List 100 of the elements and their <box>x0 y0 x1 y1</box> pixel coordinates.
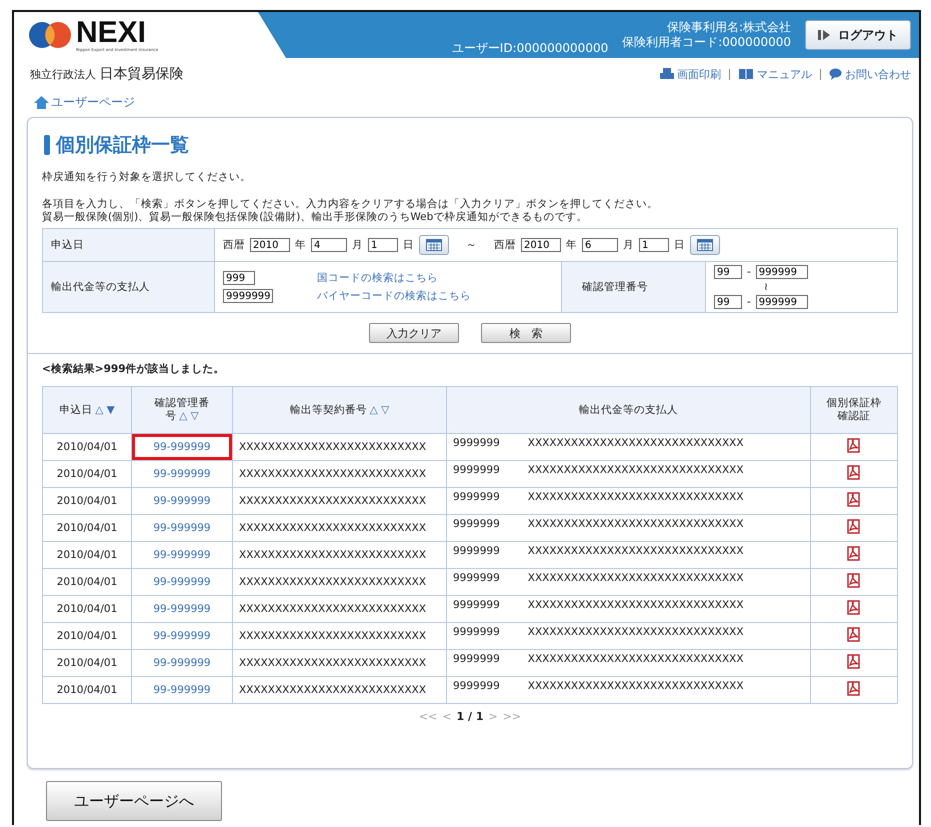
column-header: 輸出代金等の支払人 <box>446 386 810 434</box>
date-cell: 2010/04/01 <box>42 676 132 704</box>
year-input[interactable]: 2010 <box>250 238 290 252</box>
number-input[interactable]: 999999 <box>756 265 808 279</box>
month-input[interactable]: 4 <box>311 238 347 252</box>
note-text: 各項目を入力し、「検索」ボタンを押してください。入力内容をクリアする場合は「入力クリア」ボタンを押してください。 <box>42 198 659 211</box>
note-text: 貿易一般保険(個別)、貿易一般保険包括保険(設備財)、輸出手形保険のうちWebで枠戻通知ができるものです。 <box>42 211 588 224</box>
user-id: ユーザーID:000000000000 <box>452 40 608 57</box>
payer-name: XXXXXXXXXXXXXXXXXXXXXXXXXXXXXX <box>528 491 744 503</box>
date-cell: 2010/04/01 <box>42 568 132 596</box>
result-summary: <検索結果>999件が該当しました。 <box>42 362 226 376</box>
country-code-input[interactable]: 999 <box>223 271 255 285</box>
contract-cell: XXXXXXXXXXXXXXXXXXXXXXXXXX <box>232 460 446 488</box>
unit-label: 日 <box>403 238 414 252</box>
home-icon <box>34 96 49 109</box>
calendar-button[interactable] <box>690 235 720 255</box>
column-header: 個別保証枠確認証 <box>810 386 898 434</box>
payer-name: XXXXXXXXXXXXXXXXXXXXXXXXXXXXXX <box>528 518 744 530</box>
pdf-icon[interactable] <box>847 654 861 669</box>
header-link[interactable]: お問い合わせ <box>845 66 911 82</box>
payer-name: XXXXXXXXXXXXXXXXXXXXXXXXXXXXXX <box>528 572 744 584</box>
payer-code: 9999999 <box>453 464 500 476</box>
instruction-text: 枠戻通知を行う対象を選択してください。 <box>42 170 252 184</box>
era-label: 西暦 <box>223 238 245 252</box>
contract-cell: XXXXXXXXXXXXXXXXXXXXXXXXXX <box>232 596 446 622</box>
calendar-button[interactable] <box>419 235 449 255</box>
number-input[interactable]: 999999 <box>756 295 808 309</box>
contract-cell: XXXXXXXXXXXXXXXXXXXXXXXXXX <box>232 676 446 704</box>
calendar-icon <box>426 239 442 251</box>
calendar-icon <box>697 239 713 251</box>
day-input[interactable]: 1 <box>639 238 669 252</box>
contract-cell: XXXXXXXXXXXXXXXXXXXXXXXXXX <box>232 514 446 542</box>
column-header[interactable]: 輸出等契約番号 △ ▽ <box>232 386 446 434</box>
page-title: 個別保証枠一覧 <box>56 133 189 158</box>
pdf-icon[interactable] <box>847 519 861 534</box>
logout-button[interactable]: ログアウト <box>805 20 911 50</box>
payer-code: 9999999 <box>453 545 500 557</box>
form-button[interactable]: 入力クリア <box>369 323 459 343</box>
user-name: 保険事利用名:株式会社 <box>666 20 791 35</box>
range-separator: ≀ <box>763 281 769 293</box>
pdf-icon[interactable] <box>847 681 861 696</box>
unit-label: 年 <box>566 238 577 252</box>
header-link[interactable]: 画面印刷 <box>677 66 721 82</box>
dash: - <box>747 266 751 278</box>
year-input[interactable]: 2010 <box>521 238 561 252</box>
pdf-icon[interactable] <box>847 573 861 588</box>
user-code: 保険利用者コード:000000000 <box>622 35 791 50</box>
title-marker <box>44 135 50 155</box>
printer-icon <box>660 68 674 80</box>
contract-cell: XXXXXXXXXXXXXXXXXXXXXXXXXX <box>232 488 446 514</box>
prefix-input[interactable]: 99 <box>714 265 742 279</box>
payer-code: 9999999 <box>453 680 500 692</box>
date-cell: 2010/04/01 <box>42 488 132 514</box>
pdf-icon[interactable] <box>847 546 861 561</box>
payer-code: 9999999 <box>453 491 500 503</box>
country-search-link[interactable]: 国コードの検索はこちら <box>317 271 553 285</box>
era-label: 西暦 <box>494 238 516 252</box>
speech-bubble-icon <box>829 68 842 80</box>
buyer-search-link[interactable]: バイヤーコードの検索はこちら <box>317 289 553 303</box>
book-icon <box>738 68 754 80</box>
contract-cell: XXXXXXXXXXXXXXXXXXXXXXXXXX <box>232 650 446 676</box>
payer-code: 9999999 <box>453 437 500 449</box>
pdf-icon[interactable] <box>847 465 861 480</box>
payer-name: XXXXXXXXXXXXXXXXXXXXXXXXXXXXXX <box>528 545 744 557</box>
contract-cell: XXXXXXXXXXXXXXXXXXXXXXXXXX <box>232 622 446 650</box>
back-button[interactable]: ユーザーページへ <box>46 781 222 821</box>
day-input[interactable]: 1 <box>368 238 398 252</box>
date-cell: 2010/04/01 <box>42 596 132 622</box>
breadcrumb-link[interactable]: ユーザーページ <box>51 94 135 111</box>
pdf-icon[interactable] <box>847 438 861 453</box>
payer-code: 9999999 <box>453 626 500 638</box>
date-cell: 2010/04/01 <box>42 434 132 460</box>
logo-text: NEXI <box>76 18 146 46</box>
date-cell: 2010/04/01 <box>42 622 132 650</box>
pdf-icon[interactable] <box>847 627 861 642</box>
pager-link[interactable]: 1 / 1 <box>456 710 484 723</box>
contract-cell: XXXXXXXXXXXXXXXXXXXXXXXXXX <box>232 434 446 460</box>
payer-code: 9999999 <box>453 653 500 665</box>
logout-icon <box>818 30 832 40</box>
contract-cell: XXXXXXXXXXXXXXXXXXXXXXXXXX <box>232 542 446 568</box>
payer-name: XXXXXXXXXXXXXXXXXXXXXXXXXXXXXX <box>528 437 744 449</box>
payer-name: XXXXXXXXXXXXXXXXXXXXXXXXXXXXXX <box>528 626 744 638</box>
payer-name: XXXXXXXXXXXXXXXXXXXXXXXXXXXXXX <box>528 599 744 611</box>
pdf-icon[interactable] <box>847 492 861 507</box>
contract-cell: XXXXXXXXXXXXXXXXXXXXXXXXXX <box>232 568 446 596</box>
header-link[interactable]: マニュアル <box>757 66 812 82</box>
column-header[interactable]: 申込日 △ ▼ <box>42 386 132 434</box>
column-header[interactable]: 確認管理番号 △ ▽ <box>132 386 232 434</box>
payer-name: XXXXXXXXXXXXXXXXXXXXXXXXXXXXXX <box>528 653 744 665</box>
field-label: 輸出代金等の支払人 <box>42 262 214 312</box>
range-separator: ～ <box>466 238 477 252</box>
pdf-icon[interactable] <box>847 600 861 615</box>
prefix-input[interactable]: 99 <box>714 295 742 309</box>
field-label: 確認管理番号 <box>562 262 706 312</box>
month-input[interactable]: 6 <box>582 238 618 252</box>
payer-code: 9999999 <box>453 572 500 584</box>
buyer-code-input[interactable]: 9999999 <box>223 289 273 303</box>
payer-code: 9999999 <box>453 599 500 611</box>
unit-label: 日 <box>674 238 685 252</box>
form-button[interactable]: 検 索 <box>481 323 571 343</box>
